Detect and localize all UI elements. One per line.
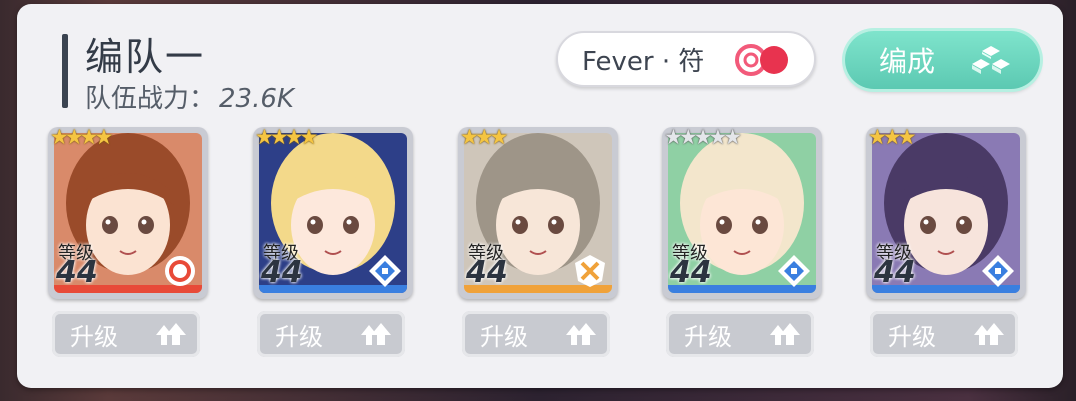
sun-emblem-icon: [165, 256, 195, 286]
level-value: 44: [874, 255, 916, 290]
upgrade-button[interactable]: 升级: [666, 311, 814, 357]
shield-x-icon: [575, 255, 605, 287]
upgrade-button[interactable]: 升级: [52, 311, 200, 357]
upgrade-label: 升级: [888, 322, 936, 351]
diamond-cross-icon: [982, 255, 1014, 287]
rarity-stars: ★★★★: [50, 125, 113, 149]
double-arrow-up-icon: [974, 323, 1004, 345]
character-portrait[interactable]: ★★★ 等级 44: [458, 125, 618, 299]
rarity-stars: ★★★★★: [664, 125, 742, 149]
double-arrow-up-icon: [361, 323, 391, 345]
level-value: 44: [466, 255, 508, 290]
character-portrait[interactable]: ★★★★★ 等级 44: [662, 125, 822, 299]
double-arrow-up-icon: [156, 323, 186, 345]
upgrade-label: 升级: [684, 322, 732, 351]
diamond-cross-icon: [778, 255, 810, 287]
character-card[interactable]: ★★★★ 等级 44 升级: [253, 125, 413, 357]
character-card[interactable]: ★★★★★ 等级 44 升级: [662, 125, 822, 357]
upgrade-label: 升级: [480, 322, 528, 351]
team-title: 编队一: [85, 35, 206, 79]
team-power-value: 23.6K: [219, 84, 294, 114]
cubes-icon: [972, 46, 1010, 74]
character-portrait[interactable]: ★★★★ 等级 44: [48, 125, 208, 299]
character-card[interactable]: ★★★★ 等级 44 升级: [48, 125, 208, 357]
character-portrait[interactable]: ★★★ 等级 44: [866, 125, 1026, 299]
level-value: 44: [670, 255, 712, 290]
fever-toggle-icon: [735, 44, 788, 76]
double-arrow-up-icon: [566, 323, 596, 345]
team-power-label: 队伍战力：: [85, 84, 216, 114]
team-power: 队伍战力： 23.6K: [85, 78, 294, 115]
upgrade-button[interactable]: 升级: [870, 311, 1018, 357]
fever-toggle-button[interactable]: Fever · 符: [556, 31, 816, 87]
character-card[interactable]: ★★★ 等级 44 升级: [458, 125, 618, 357]
character-card[interactable]: ★★★ 等级 44 升级: [866, 125, 1026, 357]
character-portrait[interactable]: ★★★★ 等级 44: [253, 125, 413, 299]
double-arrow-up-icon: [770, 323, 800, 345]
upgrade-label: 升级: [70, 322, 118, 351]
level-value: 44: [261, 255, 303, 290]
diamond-cross-icon: [369, 255, 401, 287]
level-value: 44: [56, 255, 98, 290]
rarity-stars: ★★★★: [255, 125, 318, 149]
upgrade-button[interactable]: 升级: [257, 311, 405, 357]
rarity-stars: ★★★: [868, 125, 917, 149]
rarity-stars: ★★★: [460, 125, 509, 149]
formation-button[interactable]: 编成: [845, 31, 1040, 89]
title-accent-bar: [62, 34, 68, 108]
formation-button-label: 编成: [879, 45, 936, 78]
upgrade-button[interactable]: 升级: [462, 311, 610, 357]
fever-label: Fever · 符: [582, 46, 705, 77]
upgrade-label: 升级: [275, 322, 323, 351]
